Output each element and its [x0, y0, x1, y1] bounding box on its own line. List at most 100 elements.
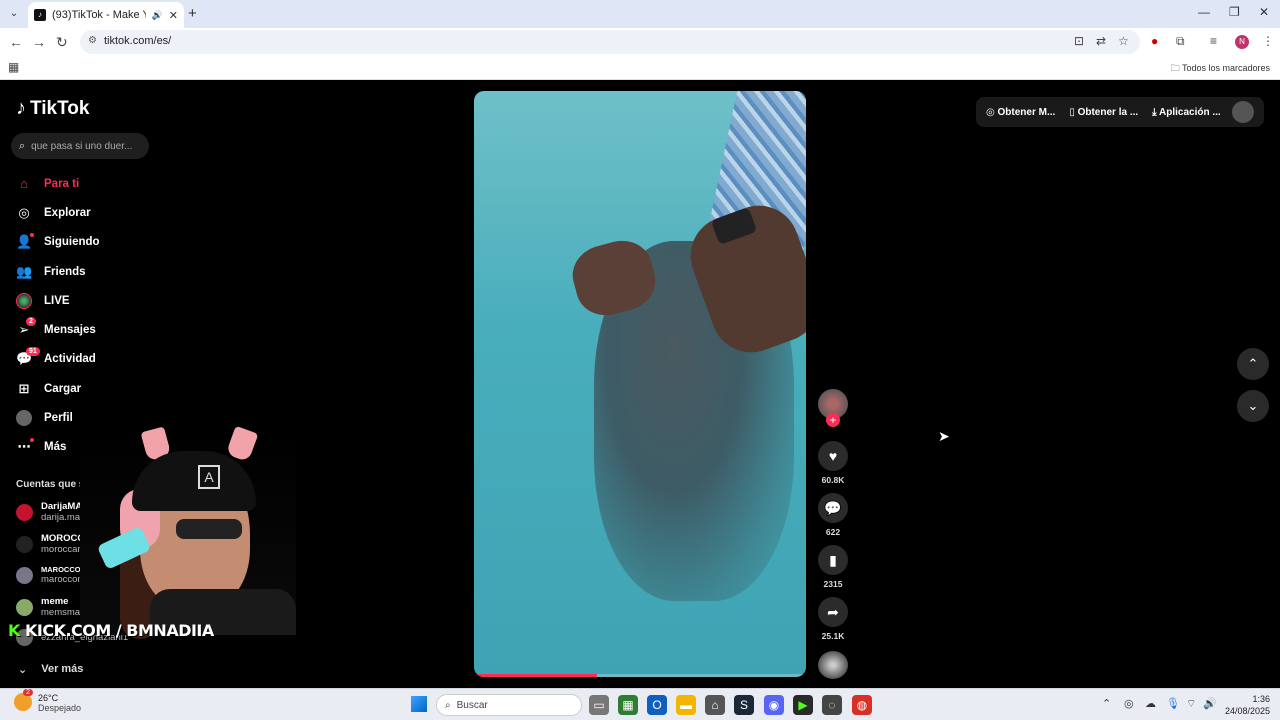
- minimize-button[interactable]: —: [1198, 5, 1210, 19]
- task-view-icon[interactable]: ▭: [589, 695, 609, 715]
- compass-icon: ◎: [18, 204, 30, 220]
- temperature: 26°C: [38, 693, 59, 703]
- reload-button[interactable]: ↻: [56, 34, 68, 51]
- restore-button[interactable]: ❐: [1229, 5, 1240, 19]
- back-button[interactable]: ←: [9, 34, 23, 50]
- sidebar-item-friends[interactable]: 👥 Friends: [16, 257, 100, 286]
- get-coins-button[interactable]: ◎ Obtener M...: [986, 107, 1055, 118]
- following-icon: 👤: [16, 234, 33, 250]
- comment-button[interactable]: 💬 622: [817, 493, 849, 537]
- clock-time: 1:36: [1252, 694, 1270, 704]
- followed-account[interactable]: meme memsmar: [16, 596, 83, 618]
- streamer-webcam-overlay: A: [80, 425, 296, 639]
- account-avatar: [16, 598, 33, 616]
- save-button[interactable]: ▮ 2315: [817, 545, 849, 589]
- new-tab-button[interactable]: +: [188, 5, 197, 22]
- system-clock[interactable]: 1:36 24/08/2025: [1222, 693, 1270, 717]
- kick-channel-watermark: K KICK.COM / BMNADIIA: [8, 621, 214, 640]
- sidebar-item-label: Friends: [44, 265, 86, 278]
- see-more-button[interactable]: ⌄ Ver más: [18, 663, 83, 676]
- weather-badge: 2: [23, 689, 33, 696]
- close-tab-icon[interactable]: ✕: [169, 9, 178, 22]
- weather-sun-icon: 2: [14, 689, 33, 711]
- outlook-icon[interactable]: O: [647, 695, 667, 715]
- sidebar-item-para-ti[interactable]: ⌂ Para ti: [16, 169, 100, 198]
- get-app-button[interactable]: ▯ Obtener la ...: [1069, 107, 1138, 118]
- taskbar-search[interactable]: ⌕ Buscar: [436, 694, 582, 716]
- music-disc-icon[interactable]: [818, 651, 848, 679]
- media-controls-icon[interactable]: ≡: [1210, 34, 1217, 48]
- live-icon: [16, 292, 32, 309]
- user-avatar[interactable]: [1232, 101, 1254, 123]
- profile-avatar[interactable]: N: [1235, 35, 1249, 49]
- sidebar-item-actividad[interactable]: 💬 91 Actividad: [16, 345, 100, 374]
- video-progress-bar[interactable]: [474, 674, 806, 677]
- weather-widget[interactable]: 2 26°C Despejado: [14, 689, 82, 713]
- sidebar-item-live[interactable]: LIVE: [16, 286, 100, 315]
- app-icon[interactable]: ⌂: [705, 695, 725, 715]
- search-box[interactable]: ⌕: [11, 133, 149, 159]
- search-icon[interactable]: ⌕: [19, 140, 25, 153]
- onedrive-icon[interactable]: ☁: [1145, 697, 1156, 710]
- apps-grid-icon[interactable]: ▦: [8, 60, 19, 74]
- menu-kebab-icon[interactable]: ⋮: [1262, 34, 1274, 48]
- extensions-icon[interactable]: ⧉: [1176, 34, 1185, 49]
- windows-start-icon[interactable]: [411, 696, 427, 712]
- search-icon: ⌕: [445, 699, 451, 711]
- address-bar[interactable]: ⚙ tiktok.com/es/ ⊡ ⇄ ☆: [80, 30, 1140, 54]
- show-hidden-icons-chevron-icon[interactable]: ⌃: [1102, 697, 1111, 710]
- weather-condition: Despejado: [38, 703, 82, 713]
- browser-tab[interactable]: ♪ (93)TikTok - Make Your Day 🔊 ✕: [28, 2, 184, 28]
- microphone-icon[interactable]: 🎙: [1166, 697, 1180, 710]
- sidebar-item-label: Para ti: [44, 177, 80, 190]
- taskbar-search-label: Buscar: [456, 699, 488, 711]
- account-username: memsmar: [41, 607, 84, 618]
- file-explorer-icon[interactable]: ▬: [676, 695, 696, 715]
- tiktok-logo[interactable]: ♪ TikTok: [16, 97, 89, 120]
- desktop-app-button[interactable]: ⤓ Aplicación ...: [1152, 107, 1221, 118]
- profile-icon: [16, 410, 32, 427]
- install-icon[interactable]: ⊡: [1074, 34, 1084, 48]
- tray-app-icon[interactable]: ◎: [1124, 697, 1134, 710]
- translate-icon[interactable]: ⇄: [1096, 34, 1106, 48]
- volume-icon[interactable]: 🔊: [1203, 697, 1217, 710]
- like-button[interactable]: ♥ 60.8K: [817, 441, 849, 485]
- store-icon[interactable]: ▦: [618, 695, 638, 715]
- previous-video-button[interactable]: ⌃: [1237, 348, 1269, 380]
- mouse-cursor-icon: ➤: [938, 428, 950, 444]
- obs-icon[interactable]: ◌: [822, 695, 842, 715]
- forward-button[interactable]: →: [32, 34, 46, 50]
- home-icon: ⌂: [20, 176, 28, 192]
- steam-icon[interactable]: S: [734, 695, 754, 715]
- tab-search-icon[interactable]: ⌄: [6, 6, 22, 22]
- followed-account[interactable]: DarijaMA darija.maa: [16, 501, 85, 523]
- next-video-button[interactable]: ⌄: [1237, 390, 1269, 422]
- site-info-icon[interactable]: ⚙: [88, 35, 97, 46]
- sidebar-item-siguiendo[interactable]: 👤 Siguiendo: [16, 228, 100, 257]
- bookmark-star-icon[interactable]: ☆: [1118, 34, 1129, 48]
- share-button[interactable]: ➦ 25.1K: [817, 597, 849, 641]
- search-input[interactable]: [31, 140, 142, 152]
- kick-app-icon[interactable]: ▶: [793, 695, 813, 715]
- speaker-icon[interactable]: 🔊: [152, 10, 163, 21]
- kick-channel-text: KICK.COM / BMNADIIA: [24, 621, 214, 640]
- all-bookmarks-button[interactable]: 🗀 Todos los marcadores: [1171, 61, 1270, 77]
- sidebar-item-explorar[interactable]: ◎ Explorar: [16, 198, 100, 227]
- video-player[interactable]: [474, 91, 806, 677]
- sidebar-item-label: Mensajes: [44, 324, 96, 337]
- friends-icon: 👥: [16, 263, 33, 279]
- chrome-icon[interactable]: ◍: [852, 695, 872, 715]
- all-bookmarks-label: Todos los marcadores: [1181, 63, 1270, 73]
- get-coins-label: Obtener M...: [997, 106, 1056, 118]
- sidebar-item-cargar[interactable]: ⊞ Cargar: [16, 374, 100, 403]
- network-icon[interactable]: ⌔: [1186, 697, 1196, 711]
- sidebar-item-mensajes[interactable]: ➢ 2 Mensajes: [16, 315, 100, 344]
- close-window-button[interactable]: ✕: [1259, 5, 1269, 19]
- follow-plus-icon[interactable]: +: [826, 413, 840, 427]
- account-avatar: [16, 503, 33, 521]
- clock-date: 24/08/2025: [1224, 706, 1270, 716]
- sidebar-item-label: Explorar: [44, 206, 91, 219]
- opera-extension-icon[interactable]: ●: [1151, 34, 1158, 48]
- discord-icon[interactable]: ◉: [764, 695, 784, 715]
- windows-taskbar: 2 26°C Despejado ⌕ Buscar ▭ ▦ O ▬ ⌂ S ◉ …: [0, 688, 1280, 720]
